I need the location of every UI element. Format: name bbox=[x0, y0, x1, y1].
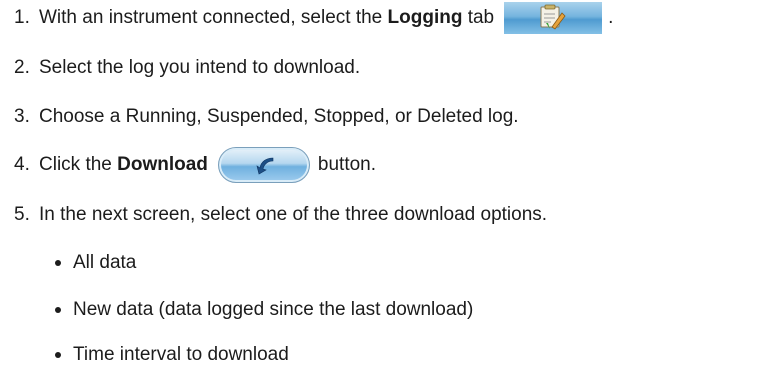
step-number: 4. bbox=[14, 154, 30, 175]
option-all-data: All data bbox=[55, 248, 136, 278]
step-number: 5. bbox=[14, 204, 30, 225]
logging-tab-icon bbox=[504, 2, 603, 34]
step-4: 4. Click the Download button. bbox=[14, 147, 377, 183]
step-text: Click the bbox=[39, 154, 118, 175]
bullet-icon bbox=[55, 352, 61, 358]
download-label: Download bbox=[117, 154, 208, 175]
download-button-icon bbox=[217, 147, 310, 183]
bullet-icon bbox=[55, 307, 61, 313]
bullet-icon bbox=[55, 260, 61, 266]
step-number: 3. bbox=[14, 106, 30, 127]
step-text: Select the log you intend to download. bbox=[39, 57, 361, 78]
option-text: Time interval to download bbox=[73, 344, 289, 365]
step-1: 1. With an instrument connected, select … bbox=[14, 2, 614, 34]
step-2: 2. Select the log you intend to download… bbox=[14, 53, 360, 83]
step-text: In the next screen, select one of the th… bbox=[39, 204, 548, 225]
step-number: 1. bbox=[14, 7, 30, 28]
step-5: 5. In the next screen, select one of the… bbox=[14, 200, 547, 230]
step-text: Choose a Running, Suspended, Stopped, or… bbox=[39, 106, 519, 127]
logging-tab-label: Logging bbox=[387, 7, 463, 28]
step-3: 3. Choose a Running, Suspended, Stopped,… bbox=[14, 102, 519, 132]
option-text: All data bbox=[73, 252, 137, 273]
option-time-interval: Time interval to download bbox=[55, 340, 289, 370]
option-new-data: New data (data logged since the last dow… bbox=[55, 295, 473, 325]
step-text: button. bbox=[317, 154, 377, 175]
step-text: tab bbox=[462, 7, 495, 28]
step-text: With an instrument connected, select the bbox=[39, 7, 388, 28]
step-number: 2. bbox=[14, 57, 30, 78]
option-text: New data (data logged since the last dow… bbox=[73, 299, 474, 320]
step-text: . bbox=[608, 7, 614, 28]
